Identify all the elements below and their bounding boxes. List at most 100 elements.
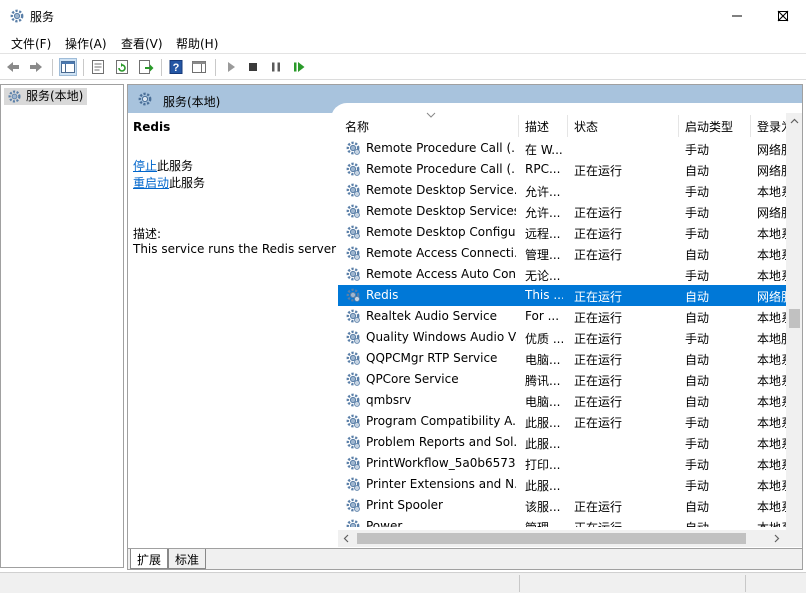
scroll-up-icon[interactable] xyxy=(790,117,799,126)
table-row[interactable]: Remote Access Auto Con...无论...手动本地系统 xyxy=(338,264,792,285)
service-status-cell: 正在运行 xyxy=(574,395,623,409)
action-pane-icon xyxy=(192,61,206,73)
minimize-button[interactable] xyxy=(714,0,760,31)
toolbar-separator xyxy=(52,59,53,76)
table-row[interactable]: Remote Procedure Call (... RPC... 正在运行 自动 网络… xyxy=(338,159,792,180)
pane-title: 服务(本地) xyxy=(163,95,221,109)
column-header-description[interactable]: 描述 xyxy=(525,118,549,135)
table-row[interactable]: Remote Access Connecti...管理...正在运行自动本地系统 xyxy=(338,243,792,264)
menu-help[interactable]: 帮助(H) xyxy=(176,35,218,52)
service-description-cell: 此服... xyxy=(525,416,561,430)
table-row[interactable]: Realtek Audio ServiceFor ...正在运行自动本地系统 xyxy=(338,306,792,327)
table-row[interactable]: Print Spooler该服...正在运行自动本地系统 xyxy=(338,495,792,516)
service-name-cell: QQPCMgr RTP Service xyxy=(366,351,498,365)
table-row[interactable]: Remote Desktop Services允许...正在运行手动网络服务 xyxy=(338,201,792,222)
horizontal-scroll-thumb[interactable] xyxy=(357,533,746,544)
toolbar: ? xyxy=(0,53,806,80)
service-gear-icon xyxy=(346,498,360,512)
service-description-cell: 此服... xyxy=(525,479,561,493)
service-gear-icon xyxy=(346,267,360,281)
column-divider[interactable] xyxy=(678,115,679,137)
table-row[interactable]: Power管理...正在运行自动本地系统 xyxy=(338,516,792,527)
service-startup-cell: 手动 xyxy=(685,185,710,199)
export-list-button[interactable] xyxy=(137,58,155,76)
status-bar xyxy=(0,572,806,593)
stop-service-link[interactable]: 停止 xyxy=(133,159,157,173)
table-row[interactable]: Program Compatibility A...此服...正在运行手动本地系… xyxy=(338,411,792,432)
stop-icon xyxy=(249,63,257,71)
refresh-button[interactable] xyxy=(113,58,131,76)
help-icon: ? xyxy=(169,60,183,74)
restart-service-button[interactable] xyxy=(290,58,308,76)
table-row[interactable]: Problem Reports and Sol...此服...手动本地系统 xyxy=(338,432,792,453)
table-row[interactable]: PrintWorkflow_5a0b6573打印...手动本地系统 xyxy=(338,453,792,474)
refresh-icon xyxy=(116,60,128,74)
table-row[interactable]: RedisThis ...正在运行自动网络服务 xyxy=(338,285,792,306)
service-status-cell: 正在运行 xyxy=(574,311,623,325)
tab-standard[interactable]: 标准 xyxy=(168,549,207,569)
table-row[interactable]: QPCore Service腾讯...正在运行自动本地系统 xyxy=(338,369,792,390)
help-button[interactable]: ? xyxy=(167,58,185,76)
horizontal-scrollbar[interactable] xyxy=(338,530,786,547)
column-header-status[interactable]: 状态 xyxy=(574,118,598,135)
show-hide-tree-button[interactable] xyxy=(59,58,77,76)
table-row[interactable]: QQPCMgr RTP Service电脑...正在运行自动本地系统 xyxy=(338,348,792,369)
service-description-cell: 无论... xyxy=(525,269,561,283)
table-row[interactable]: Remote Desktop Configu...远程...正在运行手动本地系统 xyxy=(338,222,792,243)
service-startup-cell: 自动 xyxy=(685,374,710,388)
properties-icon xyxy=(92,60,104,74)
service-startup-cell: 自动 xyxy=(685,311,710,325)
service-name-cell: Print Spooler xyxy=(366,498,443,512)
column-divider[interactable] xyxy=(567,115,568,137)
export-icon xyxy=(139,60,154,74)
column-divider[interactable] xyxy=(518,115,519,137)
column-header-startup-type[interactable]: 启动类型 xyxy=(685,118,733,135)
tab-extended[interactable]: 扩展 xyxy=(130,549,169,569)
service-description-cell: RPC... xyxy=(525,162,561,176)
service-name-cell: Power xyxy=(366,519,403,527)
back-button[interactable] xyxy=(4,58,22,76)
table-row[interactable]: Remote Procedure Call (...在 W...手动网络服务 xyxy=(338,138,792,159)
pause-service-button[interactable] xyxy=(267,58,285,76)
start-service-button[interactable] xyxy=(222,58,240,76)
play-icon xyxy=(228,62,235,72)
column-divider[interactable] xyxy=(750,115,751,137)
tree-item-services-local[interactable]: 服务(本地) xyxy=(4,88,88,105)
console-tree-icon xyxy=(61,61,75,73)
service-startup-cell: 手动 xyxy=(685,416,710,430)
service-gear-icon xyxy=(346,309,360,323)
scroll-left-icon[interactable] xyxy=(342,534,351,543)
service-gear-icon xyxy=(346,162,360,176)
menu-action[interactable]: 操作(A) xyxy=(65,35,107,52)
table-row[interactable]: Quality Windows Audio V... 优质 ... 正在运行 手动 本地… xyxy=(338,327,792,348)
vertical-scrollbar[interactable] xyxy=(786,113,802,545)
properties-button[interactable] xyxy=(89,58,107,76)
stop-service-line: 停止此服务 xyxy=(133,157,193,174)
menu-view[interactable]: 查看(V) xyxy=(121,35,163,52)
close-button[interactable] xyxy=(760,0,806,31)
column-headers: 名称 描述 状态 启动类型 登录为 xyxy=(338,112,802,137)
service-gear-icon xyxy=(346,519,360,527)
service-gear-icon xyxy=(346,372,360,386)
table-row[interactable]: qmbsrv电脑...正在运行自动本地系统 xyxy=(338,390,792,411)
service-status-cell: 正在运行 xyxy=(574,290,623,304)
service-description-cell: 在 W... xyxy=(525,143,563,157)
arrow-right-icon xyxy=(30,62,42,72)
services-gear-icon xyxy=(138,92,152,106)
scrollbar-corner xyxy=(786,530,802,547)
forward-button[interactable] xyxy=(27,58,45,76)
status-divider xyxy=(745,575,746,592)
service-name-cell: Quality Windows Audio V... xyxy=(366,330,516,344)
stop-service-button[interactable] xyxy=(244,58,262,76)
service-name-cell: Printer Extensions and N... xyxy=(366,477,516,491)
show-hide-action-pane-button[interactable] xyxy=(190,58,208,76)
table-row[interactable]: Printer Extensions and N...此服...手动本地系统 xyxy=(338,474,792,495)
service-description-cell: 管理... xyxy=(525,519,563,527)
service-gear-icon xyxy=(346,456,360,470)
vertical-scroll-thumb[interactable] xyxy=(789,309,800,328)
table-row[interactable]: Remote Desktop Service...允许...手动本地系统 xyxy=(338,180,792,201)
restart-service-link[interactable]: 重启动 xyxy=(133,176,169,190)
menu-file[interactable]: 文件(F) xyxy=(11,35,51,52)
column-header-name[interactable]: 名称 xyxy=(345,118,369,135)
scroll-right-icon[interactable] xyxy=(772,534,781,543)
